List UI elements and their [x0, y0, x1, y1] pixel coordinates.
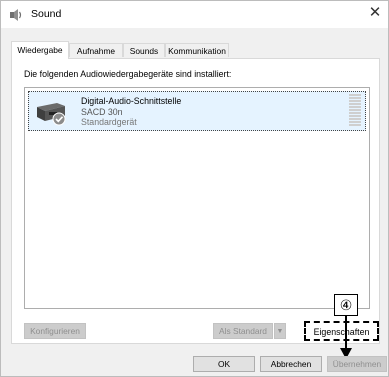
playback-panel: Die folgenden Audiowiedergabegeräte sind… — [11, 58, 380, 359]
device-list[interactable]: Digital-Audio-Schnittstelle SACD 30n Sta… — [24, 87, 370, 309]
title-bar: Sound ✕ — [1, 1, 388, 28]
configure-button[interactable]: Konfigurieren — [24, 323, 86, 339]
callout-label: ④ — [334, 294, 358, 316]
tab-sounds[interactable]: Sounds — [123, 43, 165, 57]
tab-wiedergabe[interactable]: Wiedergabe — [11, 41, 69, 59]
apply-button[interactable]: Übernehmen — [327, 356, 387, 372]
device-status: Standardgerät — [81, 117, 137, 127]
properties-button[interactable]: Eigenschaften — [304, 321, 379, 341]
level-meter — [349, 94, 361, 128]
device-model: SACD 30n — [81, 107, 123, 117]
speaker-icon — [10, 9, 22, 21]
window-title: Sound — [31, 8, 62, 20]
callout-arrow-line — [345, 316, 347, 350]
ok-button[interactable]: OK — [193, 356, 255, 372]
tab-kommunikation[interactable]: Kommunikation — [165, 43, 229, 57]
sound-dialog: Sound ✕ Wiedergabe Aufnahme Sounds Kommu… — [0, 0, 389, 377]
panel-heading: Die folgenden Audiowiedergabegeräte sind… — [24, 69, 232, 79]
tab-aufnahme[interactable]: Aufnahme — [69, 43, 123, 57]
cancel-button[interactable]: Abbrechen — [260, 356, 322, 372]
set-default-button[interactable]: Als Standard — [213, 323, 273, 339]
chevron-down-icon[interactable]: ▼ — [274, 323, 286, 339]
digital-audio-device-icon — [37, 103, 66, 126]
device-name: Digital-Audio-Schnittstelle — [81, 96, 182, 106]
close-icon[interactable]: ✕ — [366, 4, 384, 22]
list-item[interactable]: Digital-Audio-Schnittstelle SACD 30n Sta… — [28, 91, 366, 131]
